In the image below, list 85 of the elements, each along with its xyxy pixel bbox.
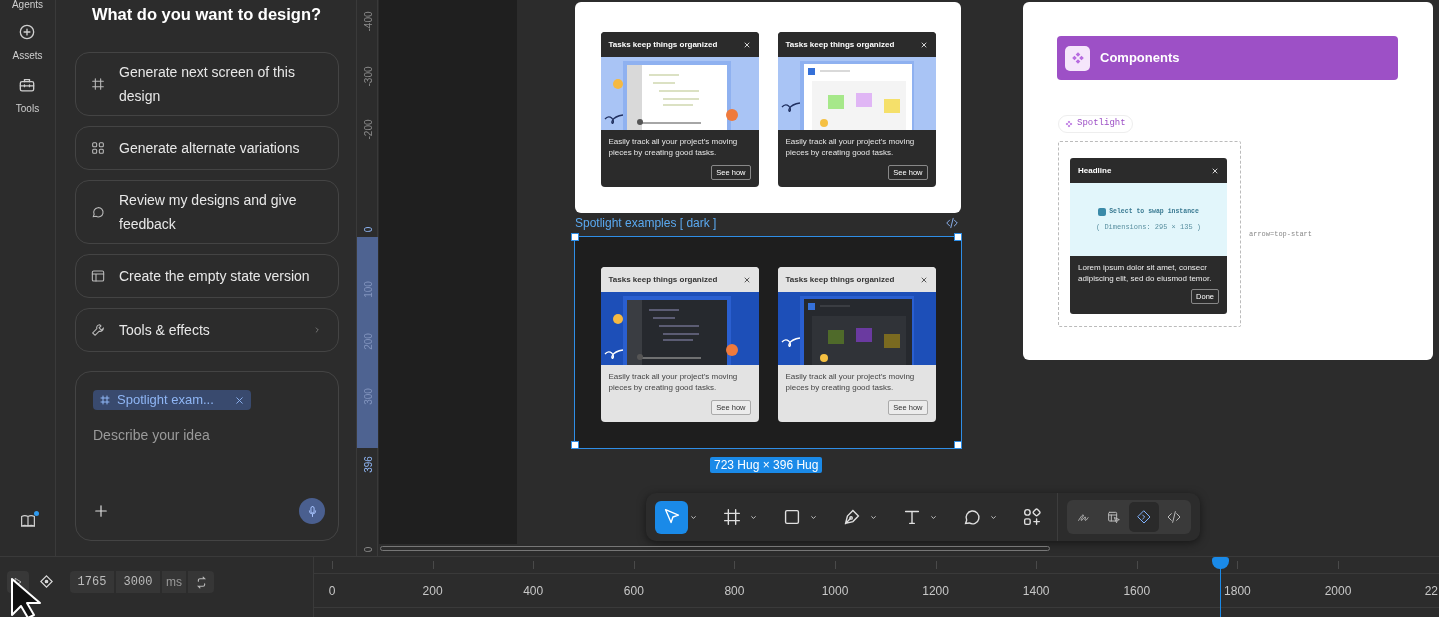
grid-icon (90, 140, 106, 156)
close-icon (1211, 166, 1219, 175)
rail-item[interactable]: Assets (12, 22, 43, 63)
code-icon (1166, 509, 1182, 525)
timeline-tick-label: 200 (421, 583, 444, 600)
resize-handle[interactable] (954, 441, 962, 449)
frame-icon (99, 394, 111, 406)
ruler-label: 396 (361, 455, 375, 475)
voice-button[interactable] (299, 498, 325, 524)
ruler-label: -400 (361, 10, 375, 34)
keyframe-button[interactable] (38, 573, 55, 590)
tool-button[interactable] (655, 500, 688, 534)
close-icon (919, 40, 928, 49)
card-title: Tasks keep things organized (608, 273, 718, 286)
ruler-label: 0 (361, 545, 375, 555)
close-icon (742, 40, 751, 49)
card-text: Easily track all your project’s moving pieces by creating good tasks. (784, 371, 916, 393)
close-icon (233, 394, 245, 406)
plus-icon (92, 502, 110, 520)
resize-handle[interactable] (954, 233, 962, 241)
size-badge: 723 Hug × 396 Hug (710, 457, 823, 473)
timeline-tick-label: 800 (723, 583, 746, 600)
suggestion-button[interactable]: Review my designs and give feedback (75, 180, 339, 244)
close-button[interactable] (742, 275, 751, 284)
attach-button[interactable] (92, 502, 110, 520)
card-title: Tasks keep things organized (608, 38, 718, 51)
ruler-label: -300 (361, 65, 375, 89)
card-title: Tasks keep things organized (785, 273, 895, 286)
rail-label[interactable]: Agents (11, 0, 44, 10)
close-button[interactable] (742, 40, 751, 49)
duration-field[interactable]: 3000 (116, 571, 160, 593)
mode-button[interactable] (1129, 502, 1159, 532)
timeline-tick-label: 1000 (820, 583, 850, 600)
resize-handle[interactable] (571, 441, 579, 449)
card-title: Headline (1078, 164, 1112, 177)
context-chip[interactable]: Spotlight exam... (93, 390, 251, 410)
keyframe-icon (38, 573, 55, 590)
suggestion-button[interactable]: Generate alternate variations (75, 126, 339, 170)
swap-icon (1098, 207, 1107, 216)
suggestion-button[interactable]: Create the empty state version (75, 254, 339, 298)
close-icon (742, 275, 751, 284)
wrench-icon (90, 322, 106, 338)
ruler-label: 0 (361, 225, 375, 235)
layout-icon (90, 268, 106, 284)
loop-button[interactable] (188, 571, 214, 593)
code-icon (945, 216, 959, 230)
book-icon (18, 512, 37, 530)
horizontal-scrollbar[interactable] (380, 546, 1050, 551)
suggestion-button[interactable]: Tools & effects (75, 308, 339, 352)
layout-pointer-icon (1106, 509, 1122, 525)
timeline-tick-label: 2000 (1323, 583, 1353, 600)
timeline-tick-label: 0 (327, 583, 337, 600)
current-time-field[interactable]: 1765 (70, 571, 114, 593)
frame-label[interactable]: Spotlight examples [ dark ] (575, 214, 717, 232)
prompt-field[interactable]: Describe your idea (93, 425, 321, 446)
close-button[interactable] (919, 275, 928, 284)
card-title: Tasks keep things organized (785, 38, 895, 51)
timeline-tick-label: 1400 (1021, 583, 1051, 600)
diamond-icon (1136, 509, 1152, 525)
header-title: Components (1100, 49, 1180, 68)
guide-button[interactable] (18, 512, 37, 530)
card-text: Lorem ipsum dolor sit amet, consecr adipiscing elit, sed do eiusmod temor. (1077, 262, 1213, 284)
close-button[interactable] (1211, 166, 1219, 175)
suggestion-button[interactable]: Generate next screen of this design (75, 52, 339, 116)
frame[interactable] (575, 2, 961, 213)
close-button[interactable] (919, 40, 928, 49)
timeline-tick-label: 1200 (921, 583, 950, 600)
component-icon (1065, 120, 1073, 128)
component-icon (1065, 45, 1090, 71)
card-text: Easily track all your project’s moving pieces by creating good tasks. (784, 136, 916, 158)
card-text: Easily track all your project’s moving pieces by creating good tasks. (607, 371, 739, 393)
close-icon (919, 275, 928, 284)
unit-label: ms (162, 571, 186, 593)
panel-title: What do you want to design? (90, 4, 323, 24)
card-text: Easily track all your project’s moving pieces by creating good tasks. (607, 136, 739, 158)
timeline-tick-label: 1800 (1223, 583, 1252, 600)
speech-bubble-icon (90, 204, 106, 220)
timeline-tick-label: 400 (522, 583, 545, 600)
timeline-tick-label: 22 (1424, 583, 1438, 600)
ruler-label: -200 (361, 118, 375, 142)
timeline-tick-label: 600 (622, 583, 645, 600)
resize-handle[interactable] (571, 233, 579, 241)
rail-item[interactable]: Tools (15, 75, 40, 116)
frame-icon (90, 76, 106, 92)
timeline-tick-label: 1600 (1122, 583, 1152, 600)
